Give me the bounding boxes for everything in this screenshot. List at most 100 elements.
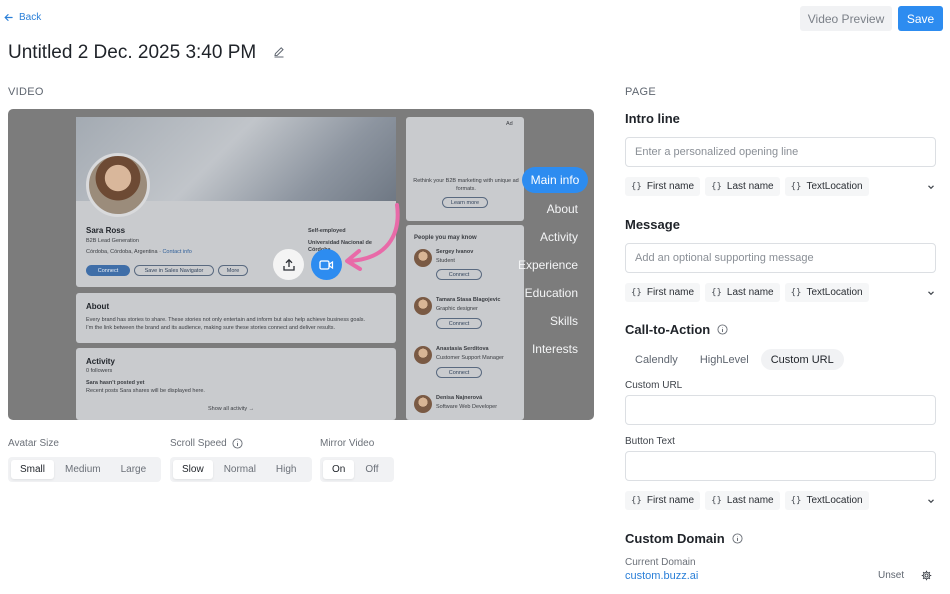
variable-chip[interactable]: {} TextLocation: [784, 177, 869, 196]
pymk-title: People you may know: [414, 235, 477, 241]
person-role: Customer Support Manager: [436, 355, 504, 361]
variable-chip[interactable]: {} TextLocation: [784, 491, 869, 510]
variable-chip[interactable]: {} First name: [625, 491, 701, 510]
scroll-speed-control: Slow Normal High: [170, 457, 312, 482]
activity-followers: 0 followers: [86, 368, 113, 374]
record-video-button[interactable]: [311, 249, 342, 280]
page-section-label: PAGE: [625, 86, 656, 98]
variable-chip[interactable]: {} Last name: [705, 177, 780, 196]
menu-main-info[interactable]: Main info: [522, 167, 588, 193]
custom-url-input[interactable]: [625, 395, 936, 425]
message-input[interactable]: Add an optional supporting message: [625, 243, 936, 273]
about-text-2: I'm the link between the brand and its a…: [86, 325, 335, 331]
info-icon[interactable]: [232, 438, 243, 449]
learn-more-button: Learn more: [442, 197, 488, 208]
page-title: Untitled 2 Dec. 2025 3:40 PM: [8, 42, 257, 63]
person-name: Denisa Najnerová: [436, 395, 483, 401]
avatar-size-small[interactable]: Small: [11, 460, 55, 479]
person-avatar: [414, 346, 432, 364]
avatar-size-medium[interactable]: Medium: [56, 460, 110, 479]
scroll-speed-slow[interactable]: Slow: [173, 460, 213, 479]
scroll-speed-label: Scroll Speed: [170, 438, 243, 449]
profile-name: Sara Ross: [86, 226, 126, 235]
person-name: Sergey Ivanov: [436, 249, 474, 255]
ad-card: Ad Rethink your B2B marketing with uniqu…: [406, 117, 524, 221]
upload-button[interactable]: [273, 249, 304, 280]
chevron-down-icon[interactable]: [926, 182, 936, 192]
intro-line-input[interactable]: Enter a personalized opening line: [625, 137, 936, 167]
info-icon[interactable]: [732, 533, 743, 544]
mirror-video-off[interactable]: Off: [356, 460, 387, 479]
chevron-down-icon[interactable]: [926, 288, 936, 298]
unset-button[interactable]: Unset: [878, 570, 904, 581]
about-text-1: Every brand has stories to share. These …: [86, 317, 366, 323]
person-avatar: [414, 297, 432, 315]
menu-interests[interactable]: Interests: [532, 342, 578, 356]
profile-connect-button: Connect: [86, 265, 130, 276]
menu-activity[interactable]: Activity: [540, 230, 578, 244]
cta-title: Call-to-Action: [625, 322, 728, 337]
person-role: Software Web Developer: [436, 404, 498, 410]
avatar-size-large[interactable]: Large: [112, 460, 156, 479]
video-preview-button[interactable]: Video Preview: [800, 6, 892, 31]
cta-tabs: Calendly HighLevel Custom URL: [625, 349, 844, 370]
activity-title: Activity: [86, 357, 115, 366]
upload-icon: [282, 258, 295, 271]
custom-domain-title: Custom Domain: [625, 531, 743, 546]
video-section-label: VIDEO: [8, 86, 44, 98]
button-text-input[interactable]: [625, 451, 936, 481]
save-button[interactable]: Save: [898, 6, 943, 31]
tab-custom-url[interactable]: Custom URL: [760, 349, 844, 370]
back-label: Back: [19, 12, 42, 23]
person-name: Anastasia Serditova: [436, 346, 489, 352]
intro-line-variables: {} First name {} Last name {} TextLocation: [625, 177, 936, 196]
tab-highlevel[interactable]: HighLevel: [690, 349, 759, 370]
ad-label: Ad: [506, 121, 513, 127]
person-connect-button: Connect: [436, 269, 482, 280]
scroll-speed-normal[interactable]: Normal: [215, 460, 265, 479]
cta-variables: {} First name {} Last name {} TextLocation: [625, 491, 936, 510]
menu-education[interactable]: Education: [525, 286, 578, 300]
person-avatar: [414, 249, 432, 267]
chevron-down-icon[interactable]: [926, 496, 936, 506]
arrow-left-icon: [4, 14, 13, 21]
variable-chip[interactable]: {} Last name: [705, 491, 780, 510]
mirror-video-on[interactable]: On: [323, 460, 355, 479]
menu-about[interactable]: About: [547, 202, 578, 216]
about-title: About: [86, 302, 110, 311]
person-role: Graphic designer: [436, 306, 478, 312]
menu-skills[interactable]: Skills: [550, 314, 578, 328]
activity-sub: Recent posts Sara shares will be display…: [86, 388, 205, 394]
gear-icon[interactable]: [921, 570, 932, 581]
show-all-activity: Show all activity →: [208, 406, 255, 412]
message-variables: {} First name {} Last name {} TextLocation: [625, 283, 936, 302]
tab-calendly[interactable]: Calendly: [625, 349, 688, 370]
person-connect-button: Connect: [436, 318, 482, 329]
sales-navigator-button: Save in Sales Navigator: [134, 265, 214, 276]
custom-url-label: Custom URL: [625, 380, 683, 391]
message-title: Message: [625, 217, 680, 232]
video-preview: Sara Ross B2B Lead Generation Córdoba, C…: [8, 109, 594, 420]
more-button: More: [218, 265, 248, 276]
pink-arrow-icon: [345, 203, 400, 271]
variable-chip[interactable]: {} First name: [625, 177, 701, 196]
variable-chip[interactable]: {} Last name: [705, 283, 780, 302]
profile-employer: Self-employed: [308, 228, 346, 234]
current-domain-label: Current Domain: [625, 557, 696, 568]
intro-line-title: Intro line: [625, 111, 680, 126]
person-name: Tamara Stasa Blagojevic: [436, 297, 501, 303]
current-domain-link[interactable]: custom.buzz.ai: [625, 570, 698, 582]
profile-headline: B2B Lead Generation: [86, 238, 139, 244]
variable-chip[interactable]: {} First name: [625, 283, 701, 302]
profile-avatar: [86, 153, 150, 217]
person-role: Student: [436, 258, 455, 264]
about-card: About Every brand has stories to share. …: [76, 293, 396, 343]
avatar-size-label: Avatar Size: [8, 438, 59, 449]
menu-experience[interactable]: Experience: [518, 258, 578, 272]
pymk-card: People you may know Sergey Ivanov Studen…: [406, 225, 524, 420]
info-icon[interactable]: [717, 324, 728, 335]
pencil-icon[interactable]: [273, 46, 285, 58]
variable-chip[interactable]: {} TextLocation: [784, 283, 869, 302]
scroll-speed-high[interactable]: High: [267, 460, 306, 479]
back-link[interactable]: Back: [4, 12, 41, 23]
